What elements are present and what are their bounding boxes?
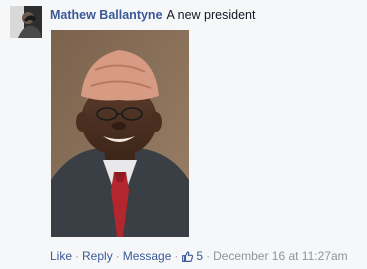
- like-count-value: 5: [196, 249, 204, 263]
- like-link[interactable]: Like: [50, 248, 72, 264]
- avatar-image: [10, 6, 42, 38]
- like-count[interactable]: 5: [181, 248, 203, 264]
- reply-link[interactable]: Reply: [82, 248, 113, 264]
- message-link[interactable]: Message: [123, 248, 172, 264]
- comment-photo[interactable]: [51, 30, 189, 237]
- author-name[interactable]: Mathew Ballantyne: [50, 8, 163, 22]
- comment-actions: Like · Reply · Message · 5 · December 16…: [50, 248, 348, 264]
- separator: ·: [75, 249, 80, 263]
- comment: Mathew Ballantyne A new president Like ·…: [0, 0, 367, 269]
- comment-header: Mathew Ballantyne A new president: [50, 7, 255, 23]
- comment-timestamp[interactable]: December 16 at 11:27am: [213, 248, 348, 264]
- avatar[interactable]: [10, 6, 42, 38]
- separator: ·: [115, 249, 120, 263]
- separator: ·: [206, 249, 211, 263]
- separator: ·: [174, 249, 179, 263]
- comment-text: A new president: [166, 8, 256, 22]
- photo-image: [51, 30, 189, 237]
- thumbs-up-icon: [182, 250, 194, 262]
